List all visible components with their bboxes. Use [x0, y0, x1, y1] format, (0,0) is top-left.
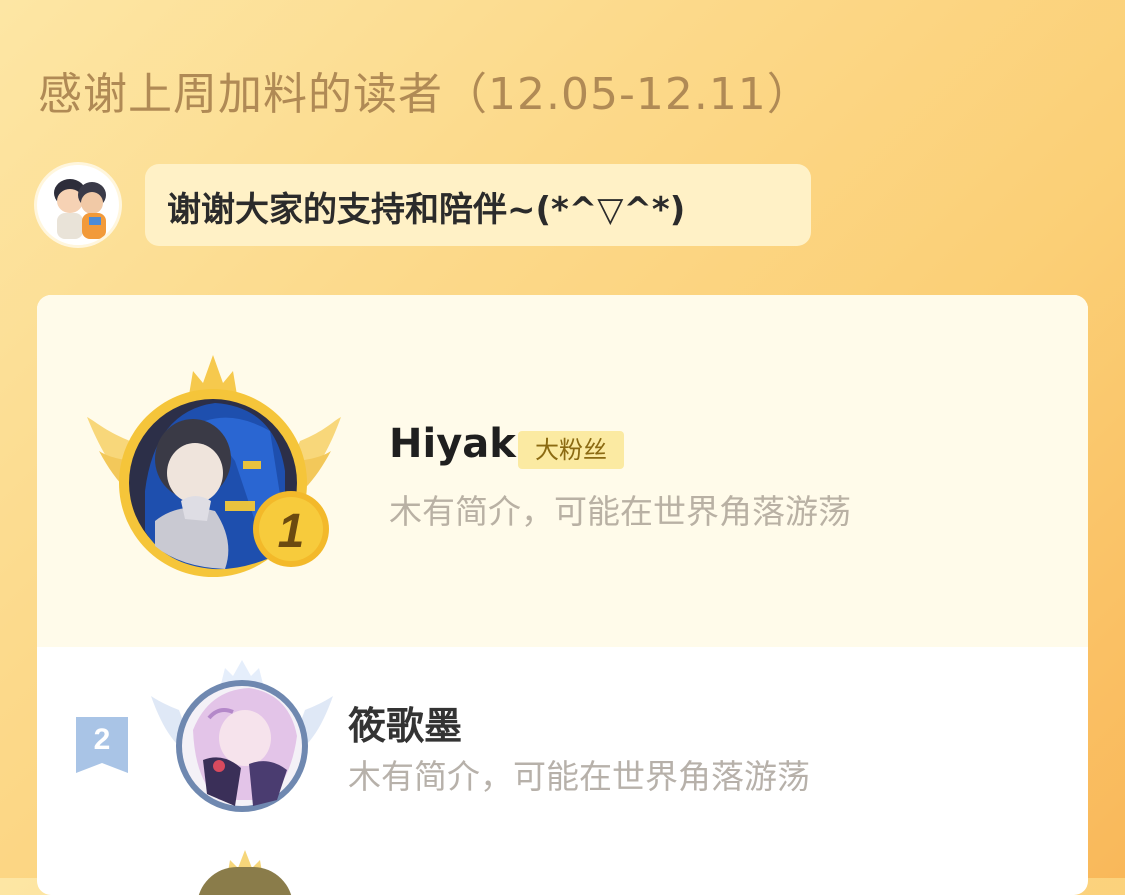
- rank-2-number: 2: [93, 723, 111, 756]
- silver-avatar-frame: [149, 660, 335, 818]
- rank-2-bio: 木有简介，可能在世界角落游荡: [348, 757, 810, 796]
- message-text: 谢谢大家的支持和陪伴~(*^▽^*): [167, 190, 686, 230]
- fan-badge: 大粉丝: [518, 431, 624, 469]
- rank-1-bio: 木有简介，可能在世界角落游荡: [389, 492, 851, 531]
- first-place-section: 1 Hiyak 大粉丝 木有简介，可能在世界角落游荡: [37, 295, 1088, 647]
- page-title: 感谢上周加料的读者（12.05-12.11）: [38, 69, 812, 120]
- author-avatar[interactable]: [37, 165, 119, 245]
- rank-1-number: 1: [278, 505, 305, 558]
- speech-bubble: 谢谢大家的支持和陪伴~(*^▽^*): [145, 164, 811, 246]
- ranking-panel: 1 Hiyak 大粉丝 木有简介，可能在世界角落游荡 2 筱歌墨 木有简介，可能…: [37, 295, 1088, 895]
- rank-2-flag: 2: [76, 717, 128, 773]
- gold-avatar-frame: 1: [85, 351, 345, 591]
- rank-3-avatar-edge: [197, 867, 293, 895]
- rank-1-username[interactable]: Hiyak: [389, 421, 516, 467]
- rank-2-username[interactable]: 筱歌墨: [348, 695, 462, 750]
